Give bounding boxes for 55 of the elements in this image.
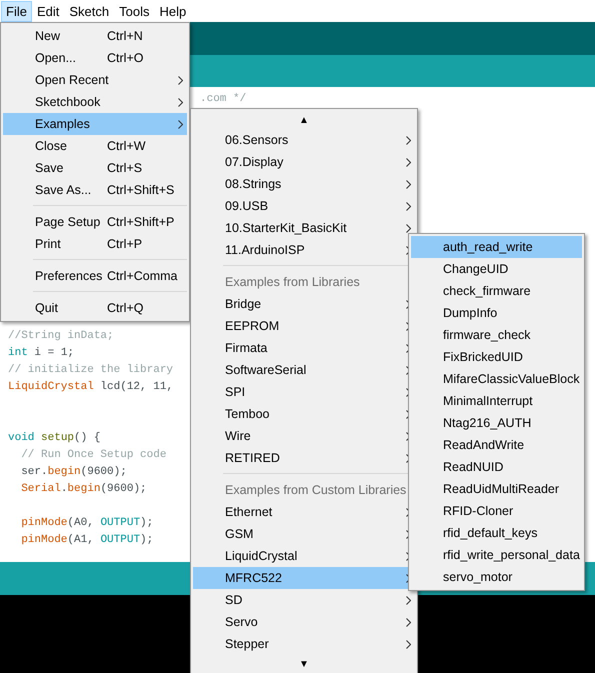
menu-item[interactable]: Save Ctrl+S bbox=[3, 157, 187, 179]
menu-item[interactable]: 06.Sensors bbox=[193, 129, 415, 151]
menu-item[interactable]: auth_read_write bbox=[411, 236, 582, 258]
menu-item[interactable]: Print Ctrl+P bbox=[3, 233, 187, 255]
menu-item[interactable]: FixBrickedUID bbox=[411, 346, 582, 368]
menu-item[interactable]: ReadUidMultiReader bbox=[411, 478, 582, 500]
menu-item[interactable]: RFID-Cloner bbox=[411, 500, 582, 522]
menu-item[interactable]: Open... Ctrl+O bbox=[3, 47, 187, 69]
menu-section-header: Examples from Custom Libraries bbox=[225, 483, 406, 497]
menu-item[interactable]: 08.Strings bbox=[193, 173, 415, 195]
menu-item[interactable]: Save As... Ctrl+Shift+S bbox=[3, 179, 187, 201]
menu-title[interactable]: Help bbox=[154, 0, 192, 22]
menu-item[interactable]: Open Recent bbox=[3, 69, 187, 91]
menu-item[interactable]: SD bbox=[193, 589, 415, 611]
code-line: LiquidCrystal lcd(12, 11, bbox=[7, 380, 174, 395]
menu-item[interactable]: Page Setup Ctrl+Shift+P bbox=[3, 211, 187, 233]
menu-item[interactable]: ChangeUID bbox=[411, 258, 582, 280]
menu-item[interactable]: Examples bbox=[3, 113, 187, 135]
scroll-arrow[interactable]: ▲ bbox=[299, 114, 309, 126]
menu-title[interactable]: Edit bbox=[32, 0, 64, 22]
menu-item[interactable]: 09.USB bbox=[193, 195, 415, 217]
menu-item[interactable]: ReadNUID bbox=[411, 456, 582, 478]
menu-item[interactable]: Quit Ctrl+Q bbox=[3, 297, 187, 319]
menu-item[interactable]: rfid_write_personal_data bbox=[411, 544, 582, 566]
menu-item[interactable]: 10.StarterKit_BasicKit bbox=[193, 217, 415, 239]
menu-item[interactable]: rfid_default_keys bbox=[411, 522, 582, 544]
menu-item[interactable]: check_firmware bbox=[411, 280, 582, 302]
menu-item[interactable]: MifareClassicValueBlock bbox=[411, 368, 582, 390]
menu-item[interactable]: firmware_check bbox=[411, 324, 582, 346]
menu-title[interactable]: Sketch bbox=[64, 0, 114, 22]
menu-item[interactable]: Sketchbook bbox=[3, 91, 187, 113]
scroll-arrow[interactable]: ▼ bbox=[299, 658, 309, 670]
menu-section-header: Examples from Libraries bbox=[225, 275, 360, 289]
menu-title[interactable]: File bbox=[1, 0, 32, 22]
code-line: // initialize the library bbox=[7, 363, 174, 378]
menu-title[interactable]: Tools bbox=[114, 0, 154, 22]
code-line: ser.begin(9600); bbox=[20, 465, 127, 480]
code-line: //String inData; bbox=[7, 329, 114, 344]
menu-item[interactable]: DumpInfo bbox=[411, 302, 582, 324]
menu-item[interactable]: 07.Display bbox=[193, 151, 415, 173]
menu-item[interactable]: Stepper bbox=[193, 633, 415, 655]
code-line: int i = 1; bbox=[7, 346, 74, 361]
menu-item[interactable]: Close Ctrl+W bbox=[3, 135, 187, 157]
menu-item[interactable]: MinimalInterrupt bbox=[411, 390, 582, 412]
menu-item[interactable]: New Ctrl+N bbox=[3, 25, 187, 47]
menu-item[interactable]: ReadAndWrite bbox=[411, 434, 582, 456]
code-line: // Run Once Setup code bbox=[20, 448, 166, 463]
code-line: .com */ bbox=[200, 92, 246, 107]
menu-item[interactable]: Preferences Ctrl+Comma bbox=[3, 265, 187, 287]
code-line: void setup() { bbox=[7, 431, 100, 446]
code-line: Serial.begin(9600); bbox=[20, 482, 147, 497]
code-line: pinMode(A1, OUTPUT); bbox=[20, 533, 154, 548]
menu-item[interactable]: Ntag216_AUTH bbox=[411, 412, 582, 434]
menu-item[interactable]: Servo bbox=[193, 611, 415, 633]
code-line: pinMode(A0, OUTPUT); bbox=[20, 516, 154, 531]
